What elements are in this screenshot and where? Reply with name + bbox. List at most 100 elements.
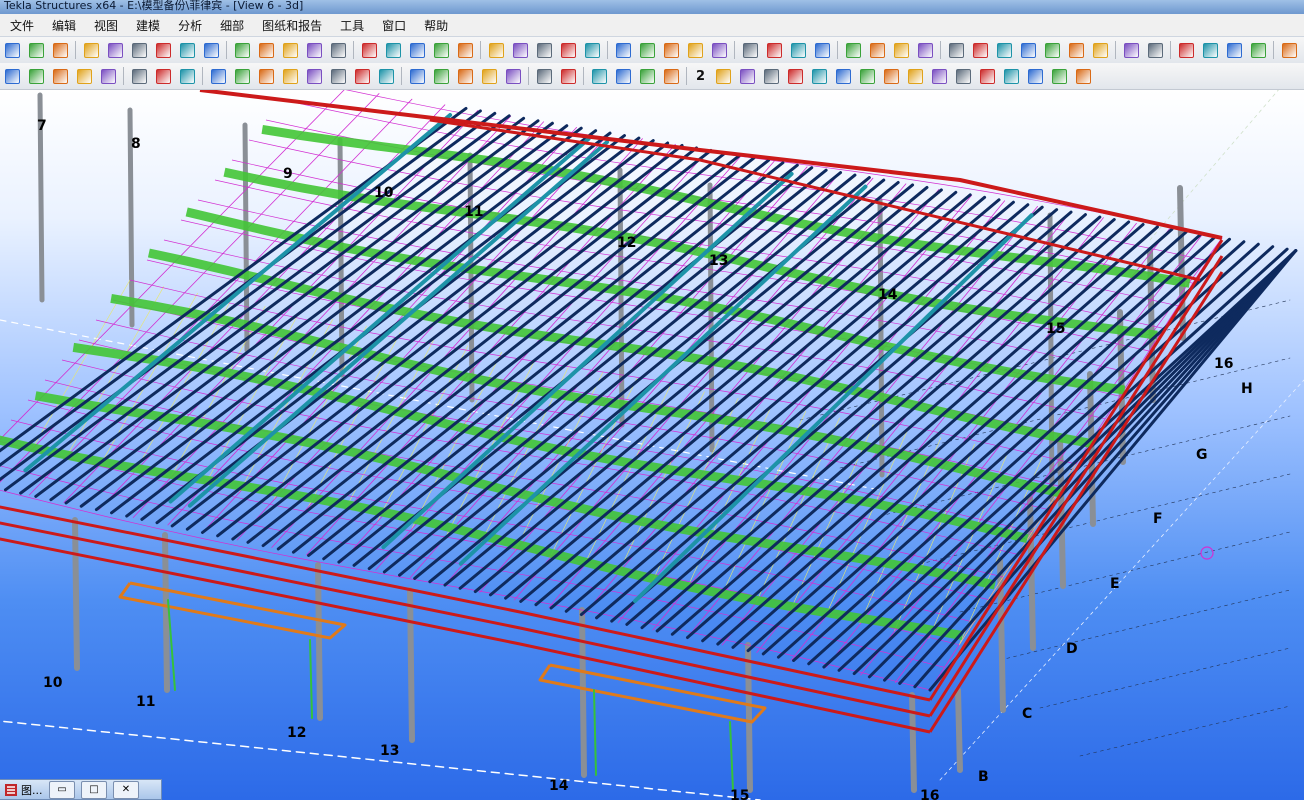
menu-edit[interactable]: 编辑 xyxy=(46,17,82,34)
view-front-icon[interactable] xyxy=(763,68,779,84)
list-icon[interactable] xyxy=(845,42,861,58)
view-plan-icon[interactable] xyxy=(883,68,899,84)
model-3d-view[interactable]: 7 8 9 10 11 12 13 14 15 16 H G F E D C B 10 11 12 13 14 15 16 xyxy=(0,90,1304,800)
snap-center-icon[interactable] xyxy=(330,68,346,84)
arrows-icon[interactable] xyxy=(917,42,933,58)
weld-tool-icon[interactable] xyxy=(457,68,473,84)
cut-icon[interactable] xyxy=(306,42,322,58)
move-object-icon[interactable] xyxy=(790,42,806,58)
marker-icon[interactable] xyxy=(1250,42,1266,58)
line-point-icon[interactable] xyxy=(179,68,195,84)
copy-object-icon[interactable] xyxy=(766,42,782,58)
polybeam-icon[interactable] xyxy=(52,68,68,84)
cross-point-icon[interactable] xyxy=(282,68,298,84)
align-left-icon[interactable] xyxy=(560,68,576,84)
undo-icon[interactable] xyxy=(83,42,99,58)
binoculars-2-icon[interactable] xyxy=(615,68,631,84)
bolt-icon[interactable] xyxy=(996,42,1012,58)
grid-tool-icon[interactable] xyxy=(536,68,552,84)
numbers-icon[interactable] xyxy=(433,68,449,84)
rotate-icon[interactable] xyxy=(488,42,504,58)
view-back-icon[interactable] xyxy=(787,68,803,84)
snap-icon[interactable] xyxy=(536,42,552,58)
view-iso-icon[interactable] xyxy=(859,68,875,84)
paste-icon[interactable] xyxy=(203,42,219,58)
view-right-icon[interactable] xyxy=(835,68,851,84)
new-file-icon[interactable] xyxy=(4,42,20,58)
bolt-tool-icon[interactable] xyxy=(131,68,147,84)
menu-drawings-reports[interactable]: 图纸和报告 xyxy=(256,17,328,34)
perpendicular-icon[interactable] xyxy=(306,68,322,84)
anchor-icon[interactable] xyxy=(155,68,171,84)
component-icon[interactable] xyxy=(1092,42,1108,58)
midpoint-icon[interactable] xyxy=(234,68,250,84)
numbering-icon[interactable] xyxy=(972,42,988,58)
menu-detailing[interactable]: 细部 xyxy=(214,17,250,34)
pick-icon[interactable] xyxy=(512,42,528,58)
close-button[interactable]: ✕ xyxy=(113,780,139,799)
save-icon[interactable] xyxy=(52,42,68,58)
load-icon[interactable] xyxy=(948,42,964,58)
window-2-icon[interactable] xyxy=(258,42,274,58)
menu-tools[interactable]: 工具 xyxy=(334,17,370,34)
detail-icon[interactable] xyxy=(1202,42,1218,58)
maximize-button[interactable]: □ xyxy=(81,780,107,799)
column-icon[interactable] xyxy=(385,42,401,58)
view-component-icon[interactable] xyxy=(1051,68,1067,84)
snap-tangent-icon[interactable] xyxy=(354,68,370,84)
pencil-icon[interactable] xyxy=(1281,42,1297,58)
menu-view[interactable]: 视图 xyxy=(88,17,124,34)
link-icon[interactable] xyxy=(591,68,607,84)
arrow-right-icon[interactable] xyxy=(663,68,679,84)
view-top-icon[interactable] xyxy=(739,68,755,84)
measure-angle-icon[interactable] xyxy=(663,42,679,58)
grid-line-2-icon[interactable] xyxy=(615,42,631,58)
open-model-icon[interactable] xyxy=(155,42,171,58)
help-tool-icon[interactable] xyxy=(378,68,394,84)
steel-section-icon[interactable] xyxy=(1178,42,1194,58)
red-block-icon[interactable] xyxy=(893,42,909,58)
view-axes-icon[interactable] xyxy=(931,68,947,84)
view-detail-icon[interactable] xyxy=(955,68,971,84)
plate-icon[interactable] xyxy=(409,42,425,58)
weld-icon[interactable] xyxy=(1020,42,1036,58)
surface-icon[interactable] xyxy=(505,68,521,84)
measure-icon[interactable] xyxy=(639,42,655,58)
binoculars-icon[interactable] xyxy=(1147,42,1163,58)
window-icon[interactable] xyxy=(234,42,250,58)
wand-icon[interactable] xyxy=(742,42,758,58)
arc-icon[interactable] xyxy=(687,42,703,58)
move-icon[interactable] xyxy=(457,42,473,58)
menu-modeling[interactable]: 建模 xyxy=(130,17,166,34)
steel-beam-icon[interactable] xyxy=(28,68,44,84)
view-bolt-icon[interactable] xyxy=(1003,68,1019,84)
drawing-icon[interactable] xyxy=(433,42,449,58)
box-icon[interactable] xyxy=(1226,42,1242,58)
plate-tool-icon[interactable] xyxy=(100,68,116,84)
angle-point-icon[interactable] xyxy=(210,68,226,84)
stack-icon[interactable] xyxy=(814,42,830,58)
window-3-icon[interactable] xyxy=(282,42,298,58)
print-icon[interactable] xyxy=(179,42,195,58)
curved-beam-icon[interactable] xyxy=(76,68,92,84)
open-file-icon[interactable] xyxy=(28,42,44,58)
view-column-icon[interactable] xyxy=(979,68,995,84)
help-cursor-icon[interactable] xyxy=(560,42,576,58)
menu-help[interactable]: 帮助 xyxy=(418,17,454,34)
help-tool-2-icon[interactable] xyxy=(409,68,425,84)
intersect-icon[interactable] xyxy=(258,68,274,84)
fit-icon[interactable] xyxy=(1123,42,1139,58)
view-grid-icon[interactable] xyxy=(1027,68,1043,84)
toolbar-number-label[interactable]: 2 xyxy=(696,69,705,84)
grid-line-icon[interactable] xyxy=(584,42,600,58)
restore-button[interactable]: ▭ xyxy=(49,780,75,799)
assembly-icon[interactable] xyxy=(1068,42,1084,58)
arrow-left-icon[interactable] xyxy=(639,68,655,84)
view-all-icon[interactable] xyxy=(1075,68,1091,84)
view-section-icon[interactable] xyxy=(907,68,923,84)
menu-window[interactable]: 窗口 xyxy=(376,17,412,34)
cone-icon[interactable] xyxy=(481,68,497,84)
part-icon[interactable] xyxy=(1044,42,1060,58)
redo-icon[interactable] xyxy=(107,42,123,58)
menu-analysis[interactable]: 分析 xyxy=(172,17,208,34)
